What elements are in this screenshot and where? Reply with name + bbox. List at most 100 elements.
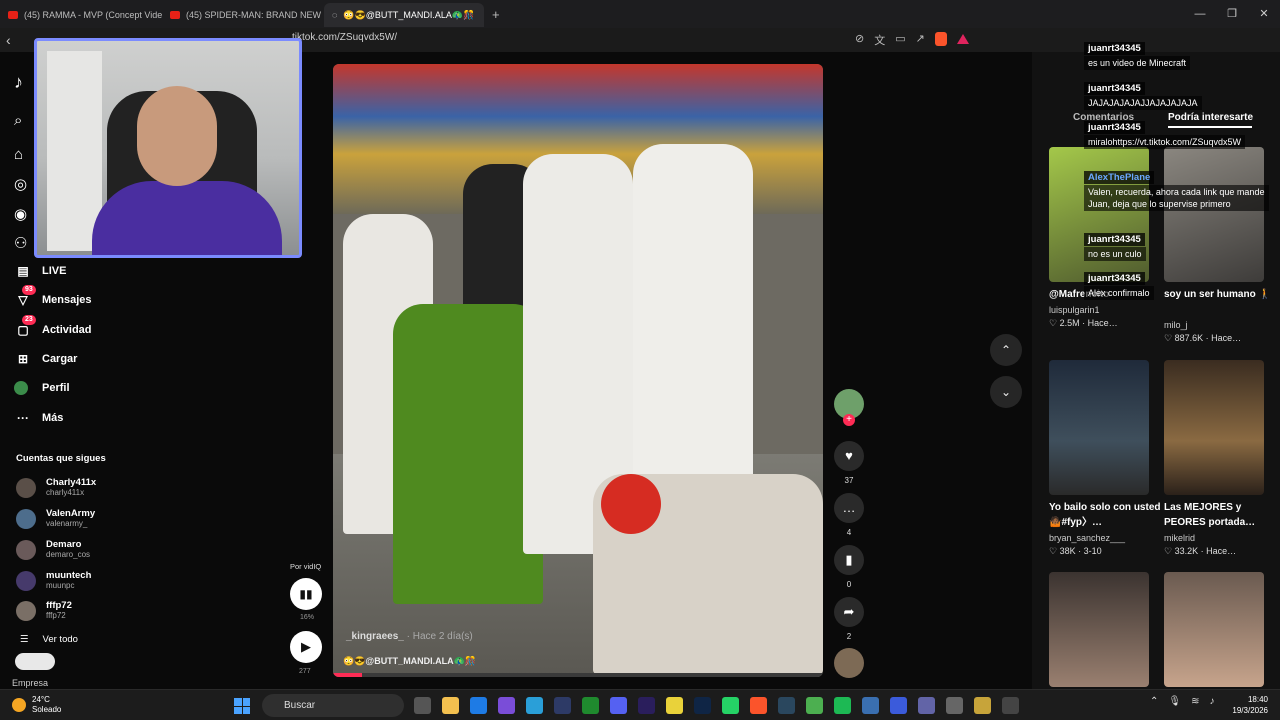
- adobe-icon[interactable]: [554, 697, 571, 714]
- account-item[interactable]: ValenArmy valenarmy_: [16, 508, 95, 529]
- edge-icon[interactable]: [526, 697, 543, 714]
- xbox-icon[interactable]: [582, 697, 599, 714]
- home-icon[interactable]: ⌂: [14, 146, 34, 163]
- file-explorer-icon[interactable]: [442, 697, 459, 714]
- share-icon[interactable]: ↗: [916, 32, 925, 48]
- new-tab-button[interactable]: +: [492, 7, 500, 22]
- sound-avatar[interactable]: [834, 648, 864, 678]
- url-field[interactable]: tiktok.com/ZSuqvdx5W/: [292, 32, 397, 43]
- windows-start-icon[interactable]: [234, 698, 250, 714]
- card-stats: ♡ 38K · 3-10: [1049, 546, 1102, 556]
- card-user[interactable]: mikelrid: [1164, 533, 1195, 543]
- chat-user: juanrt34345: [1084, 233, 1145, 246]
- share-action[interactable]: ➦ 2: [834, 597, 864, 641]
- photoshop-icon[interactable]: [694, 697, 711, 714]
- tiktok-logo-icon[interactable]: ♪: [14, 72, 23, 93]
- comment-action[interactable]: … 4: [834, 493, 864, 537]
- minimize-icon[interactable]: —: [1184, 0, 1216, 28]
- card-title[interactable]: Las MEJORES y PEORES portada…: [1164, 500, 1276, 530]
- nav-mensajes[interactable]: ▽ 93 Mensajes: [14, 285, 92, 309]
- card-user[interactable]: bryan_sanchez___: [1049, 533, 1125, 543]
- steam-2-icon[interactable]: [862, 697, 879, 714]
- nav-perfil[interactable]: Perfil: [14, 379, 70, 397]
- whatsapp-icon[interactable]: [722, 697, 739, 714]
- play-button[interactable]: ▶: [290, 631, 322, 663]
- mic-icon[interactable]: 🎙: [1168, 696, 1181, 707]
- card-user[interactable]: luispulgarin1: [1049, 305, 1100, 315]
- audio-app-icon[interactable]: [1002, 697, 1019, 714]
- following-icon[interactable]: ◉: [14, 205, 34, 223]
- share-arrow-icon[interactable]: ➦: [834, 597, 864, 627]
- account-item[interactable]: muuntech muunpc: [16, 570, 91, 591]
- see-all-link[interactable]: ☰ Ver todo: [20, 634, 78, 645]
- chrome-icon[interactable]: [806, 697, 823, 714]
- heart-icon[interactable]: ♥: [834, 441, 864, 471]
- video-thumbnail[interactable]: [1164, 360, 1264, 495]
- copilot-icon[interactable]: [498, 697, 515, 714]
- tab-tiktok[interactable]: ◌😳😎@BUTT_MANDI.ALA🦚🎊✕: [324, 3, 484, 27]
- tab-ramma[interactable]: (45) RAMMA - MVP (Concept Video): [0, 3, 162, 27]
- extension-toggle[interactable]: [15, 653, 55, 670]
- obs-icon[interactable]: [946, 697, 963, 714]
- screenshot-icon[interactable]: ▭: [895, 32, 905, 48]
- video-thumbnail[interactable]: [1049, 360, 1149, 495]
- maximize-icon[interactable]: ❐: [1216, 0, 1248, 28]
- chevron-up-icon[interactable]: ⌃: [1150, 696, 1158, 707]
- like-action[interactable]: ♥ 37: [834, 441, 864, 485]
- tab-spiderman[interactable]: (45) SPIDER-MAN: BRAND NEW DAY: [162, 3, 324, 27]
- chat-message: juanrt34345 Alex confirmalo: [1084, 268, 1154, 300]
- account-item[interactable]: Demaro demaro_cos: [16, 539, 90, 560]
- friends-icon[interactable]: ⚇: [14, 234, 34, 252]
- chat-user: juanrt34345: [1084, 121, 1145, 134]
- weather-widget[interactable]: 24°C Soleado: [12, 695, 61, 715]
- card-title[interactable]: Yo bailo solo con usted🤷🏾#fyp〉…: [1049, 500, 1161, 530]
- video-author[interactable]: _kingraees_ · Hace 2 día(s): [346, 631, 473, 642]
- app-2-icon[interactable]: [974, 697, 991, 714]
- previous-video-button[interactable]: ⌃: [990, 334, 1022, 366]
- video-progress[interactable]: [333, 673, 823, 677]
- save-action[interactable]: ▮ 0: [834, 545, 864, 589]
- volume-icon[interactable]: ♪: [1209, 696, 1214, 707]
- close-window-icon[interactable]: ✕: [1248, 0, 1280, 28]
- avatar: [16, 477, 36, 498]
- search-icon[interactable]: ⌕: [14, 112, 34, 129]
- task-view-icon[interactable]: [414, 697, 431, 714]
- account-item[interactable]: Charly411x charly411x: [16, 477, 96, 498]
- video-thumbnail[interactable]: [1049, 572, 1149, 687]
- brave-shield-icon[interactable]: [934, 32, 947, 46]
- list-icon: ☰: [20, 634, 29, 645]
- company-link[interactable]: Empresa: [12, 678, 48, 688]
- back-icon[interactable]: ‹: [6, 32, 26, 48]
- card-title[interactable]: soy un ser humano 🚶: [1164, 287, 1276, 302]
- clock[interactable]: 18:40 19/3/2026: [1222, 694, 1268, 716]
- teams-icon[interactable]: [918, 697, 935, 714]
- next-video-button[interactable]: ⌄: [990, 376, 1022, 408]
- rewards-icon[interactable]: [956, 34, 969, 44]
- explore-icon[interactable]: ◎: [14, 175, 34, 193]
- app-icon[interactable]: [890, 697, 907, 714]
- wifi-icon[interactable]: ≋: [1191, 696, 1199, 707]
- brave-icon[interactable]: [750, 697, 767, 714]
- sticky-notes-icon[interactable]: [666, 697, 683, 714]
- taskbar-search[interactable]: Buscar: [262, 694, 404, 717]
- reader-icon[interactable]: ⊘: [855, 32, 864, 48]
- translate-icon[interactable]: 文: [874, 32, 885, 48]
- steam-icon[interactable]: [778, 697, 795, 714]
- window-controls: — ❐ ✕: [1184, 0, 1280, 28]
- account-item[interactable]: fffp72 fffp72: [16, 600, 72, 621]
- nav-mas[interactable]: ··· Más: [14, 409, 63, 427]
- follow-plus-icon[interactable]: +: [843, 414, 855, 426]
- nav-actividad[interactable]: ▢ 23 Actividad: [14, 315, 92, 339]
- discord-icon[interactable]: [610, 697, 627, 714]
- premiere-icon[interactable]: [638, 697, 655, 714]
- spotify-icon[interactable]: [834, 697, 851, 714]
- video-player[interactable]: _kingraees_ · Hace 2 día(s) 😳😎@BUTT_MAND…: [333, 64, 823, 677]
- comment-icon[interactable]: …: [834, 493, 864, 523]
- video-thumbnail[interactable]: [1164, 572, 1264, 687]
- bookmark-icon[interactable]: ▮: [834, 545, 864, 575]
- nav-live[interactable]: ▤ LIVE: [14, 262, 66, 280]
- nav-cargar[interactable]: ⊞ Cargar: [14, 350, 78, 368]
- outlook-icon[interactable]: [470, 697, 487, 714]
- vidiq-stats-button[interactable]: ▮▮: [290, 578, 322, 610]
- card-user[interactable]: milo_j: [1164, 320, 1188, 330]
